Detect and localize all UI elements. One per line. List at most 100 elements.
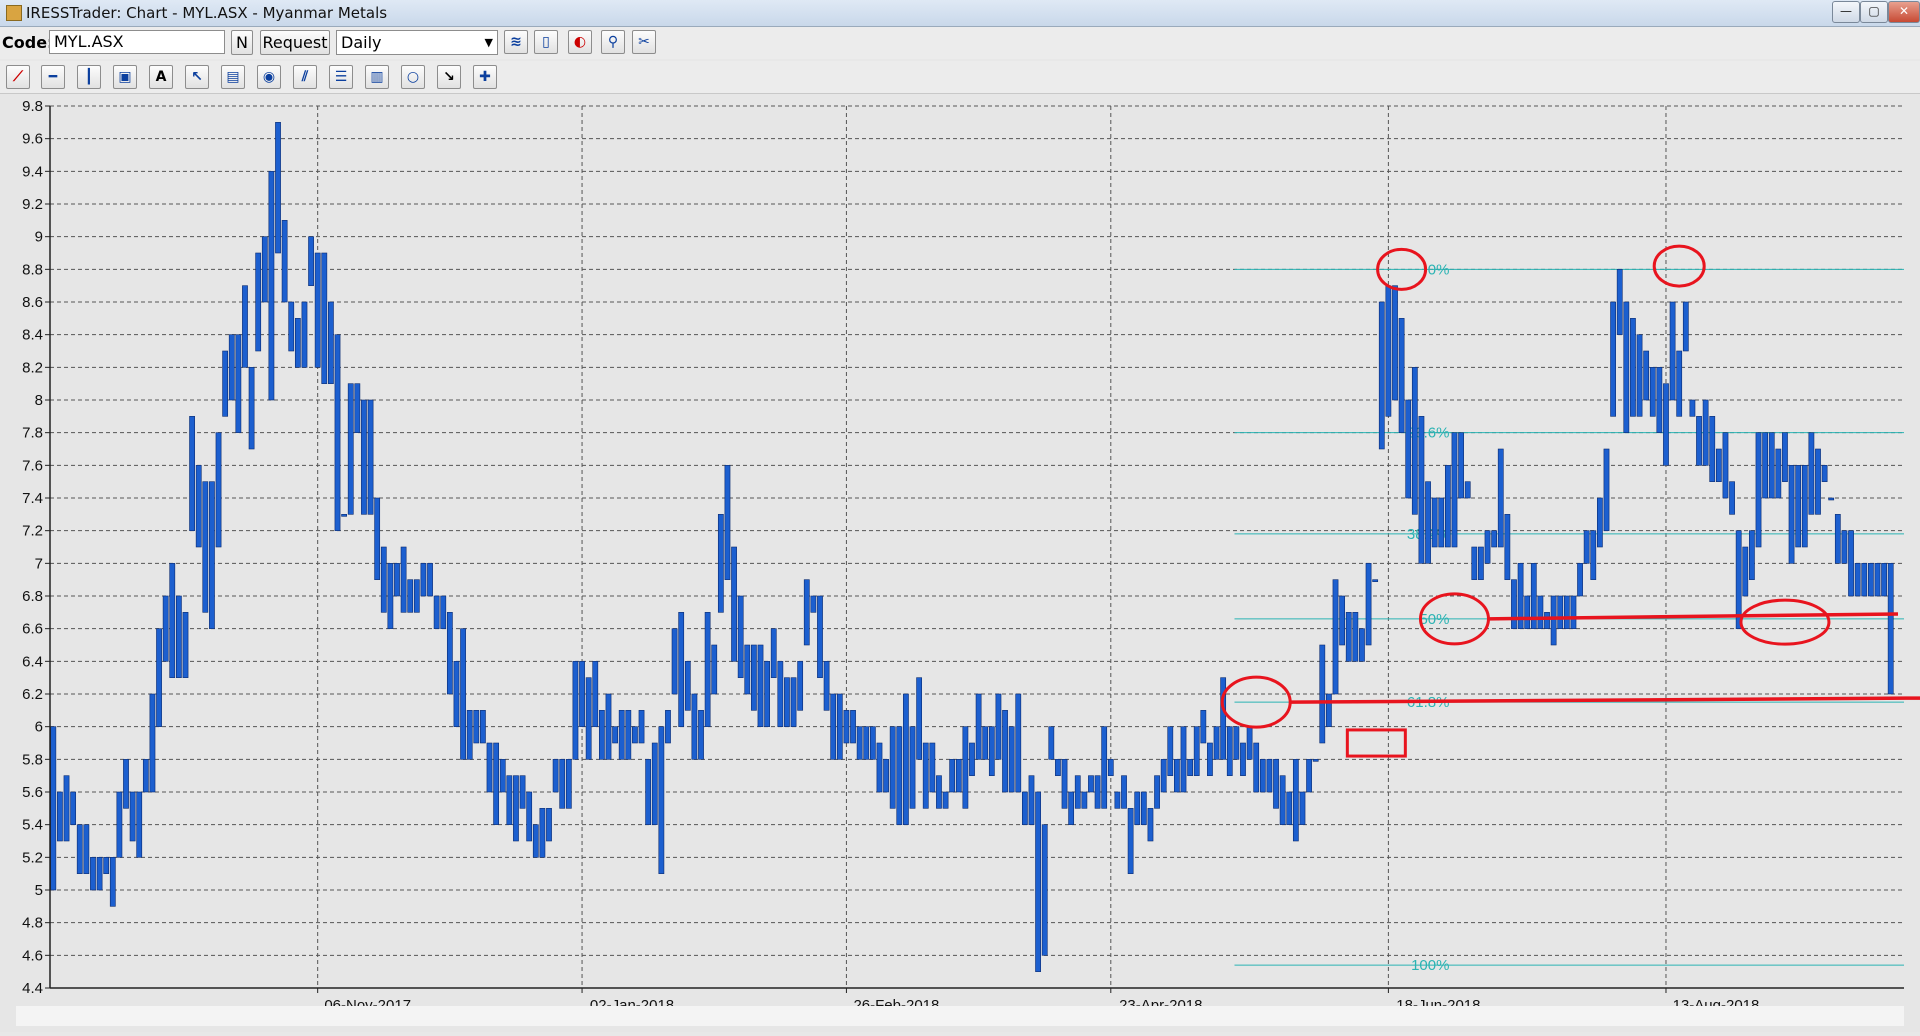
code-label: Code: bbox=[2, 33, 54, 52]
price-bar bbox=[1226, 726, 1233, 776]
price-bar bbox=[1722, 432, 1729, 499]
price-bar bbox=[1207, 742, 1213, 776]
price-chart[interactable]: 0%23.6%38.2%50%61.8%100% 4.44.64.855.25.… bbox=[0, 94, 1920, 1032]
price-bar bbox=[1689, 399, 1696, 417]
price-bar bbox=[433, 595, 440, 629]
price-bar bbox=[1286, 791, 1293, 825]
price-bar bbox=[1187, 759, 1193, 776]
price-bar bbox=[235, 334, 242, 433]
price-bar bbox=[301, 301, 308, 368]
price-bar bbox=[1630, 318, 1636, 417]
minimize-button[interactable]: — bbox=[1832, 1, 1860, 23]
chart-style-icon[interactable]: ≋ bbox=[504, 30, 528, 54]
arrow-line-icon[interactable]: ↘ bbox=[437, 65, 461, 89]
price-bar bbox=[1464, 481, 1471, 499]
maximize-button[interactable]: ▢ bbox=[1860, 1, 1888, 23]
color-palette-icon[interactable]: ◐ bbox=[568, 30, 592, 54]
request-button[interactable]: Request bbox=[260, 30, 330, 55]
price-bar bbox=[1821, 465, 1828, 482]
price-bar bbox=[704, 612, 711, 727]
price-bar bbox=[1127, 808, 1134, 874]
price-bar bbox=[1359, 628, 1365, 662]
price-bar bbox=[1246, 726, 1253, 760]
price-bar bbox=[691, 693, 698, 760]
price-bar bbox=[506, 775, 513, 825]
grid-icon[interactable]: ▥ bbox=[365, 65, 389, 89]
trend-line-icon[interactable]: ⟋ bbox=[6, 65, 30, 89]
y-tick-label: 4.4 bbox=[22, 980, 43, 997]
price-bar bbox=[1431, 497, 1438, 548]
price-bar bbox=[1550, 595, 1557, 646]
y-tick-label: 6.6 bbox=[22, 621, 43, 638]
price-bar bbox=[737, 595, 744, 678]
price-bar bbox=[955, 759, 962, 793]
price-bar bbox=[63, 775, 70, 842]
code-input[interactable]: MYL.ASX bbox=[49, 30, 225, 54]
chart-area[interactable]: 0%23.6%38.2%50%61.8%100% 4.44.64.855.25.… bbox=[0, 94, 1920, 1032]
price-bar bbox=[922, 742, 929, 809]
ellipse-fill-icon[interactable]: ◉ bbox=[257, 65, 281, 89]
price-bar bbox=[228, 334, 235, 401]
price-bar bbox=[731, 546, 737, 662]
circle-icon[interactable]: ○ bbox=[401, 65, 425, 89]
vertical-line-icon[interactable]: ┃ bbox=[77, 65, 101, 89]
price-bar bbox=[936, 775, 942, 809]
price-bar bbox=[1696, 416, 1702, 466]
price-bar bbox=[440, 595, 447, 629]
price-bar bbox=[1484, 530, 1491, 564]
price-bar bbox=[1663, 383, 1669, 466]
price-bar bbox=[988, 726, 995, 776]
period-select[interactable]: Daily ▼ bbox=[336, 30, 498, 55]
price-bar bbox=[1035, 791, 1041, 972]
price-bar bbox=[453, 661, 460, 727]
magnify-icon[interactable]: ⚲ bbox=[601, 30, 625, 54]
price-bar bbox=[70, 791, 77, 825]
price-bar bbox=[1656, 367, 1663, 433]
price-bar bbox=[1616, 269, 1623, 335]
price-bar bbox=[1874, 563, 1881, 597]
price-bar bbox=[1801, 465, 1808, 548]
close-button[interactable]: ✕ bbox=[1888, 1, 1920, 23]
price-bar bbox=[83, 824, 90, 874]
price-bar bbox=[1365, 563, 1372, 646]
price-bar bbox=[784, 677, 790, 727]
n-button[interactable]: N bbox=[231, 30, 253, 55]
price-bar bbox=[1114, 791, 1121, 809]
fibonacci-icon[interactable]: ☰ bbox=[329, 65, 353, 89]
new-page-icon[interactable]: ▯ bbox=[534, 30, 558, 54]
price-bar bbox=[1497, 448, 1504, 548]
price-bar bbox=[1504, 514, 1511, 580]
tools-icon[interactable]: ✂ bbox=[632, 30, 656, 54]
price-bar bbox=[1715, 448, 1722, 482]
price-bar bbox=[751, 644, 757, 711]
price-bar bbox=[810, 595, 817, 613]
pointer-icon[interactable]: ↖ bbox=[185, 65, 209, 89]
price-bar bbox=[513, 775, 519, 842]
price-bar bbox=[790, 677, 797, 727]
price-bar bbox=[1597, 497, 1603, 548]
price-bar bbox=[1398, 318, 1405, 433]
channel-icon[interactable]: ▤ bbox=[221, 65, 245, 89]
price-bar bbox=[96, 857, 103, 891]
price-bar bbox=[275, 122, 281, 254]
price-bar bbox=[896, 726, 903, 825]
crosshair-icon[interactable]: ✚ bbox=[473, 65, 497, 89]
price-bar bbox=[427, 563, 433, 597]
y-tick-label: 8 bbox=[35, 392, 43, 409]
zoom-box-icon[interactable]: ▣ bbox=[113, 65, 137, 89]
price-bar bbox=[797, 661, 804, 711]
price-bar bbox=[698, 710, 704, 760]
horizontal-line-icon[interactable]: ━ bbox=[41, 65, 65, 89]
price-bar bbox=[248, 367, 255, 450]
price-bar bbox=[1841, 530, 1848, 564]
price-bar bbox=[1848, 530, 1854, 597]
text-icon[interactable]: A bbox=[149, 65, 173, 89]
price-bar bbox=[962, 726, 969, 809]
y-tick-label: 8.2 bbox=[22, 359, 43, 376]
horizontal-scrollbar[interactable] bbox=[16, 1006, 1904, 1026]
price-bar bbox=[169, 563, 176, 678]
price-bar bbox=[361, 399, 367, 515]
fan-icon[interactable]: ⫽ bbox=[293, 65, 317, 89]
price-bar bbox=[354, 383, 361, 433]
price-bar bbox=[123, 759, 129, 809]
